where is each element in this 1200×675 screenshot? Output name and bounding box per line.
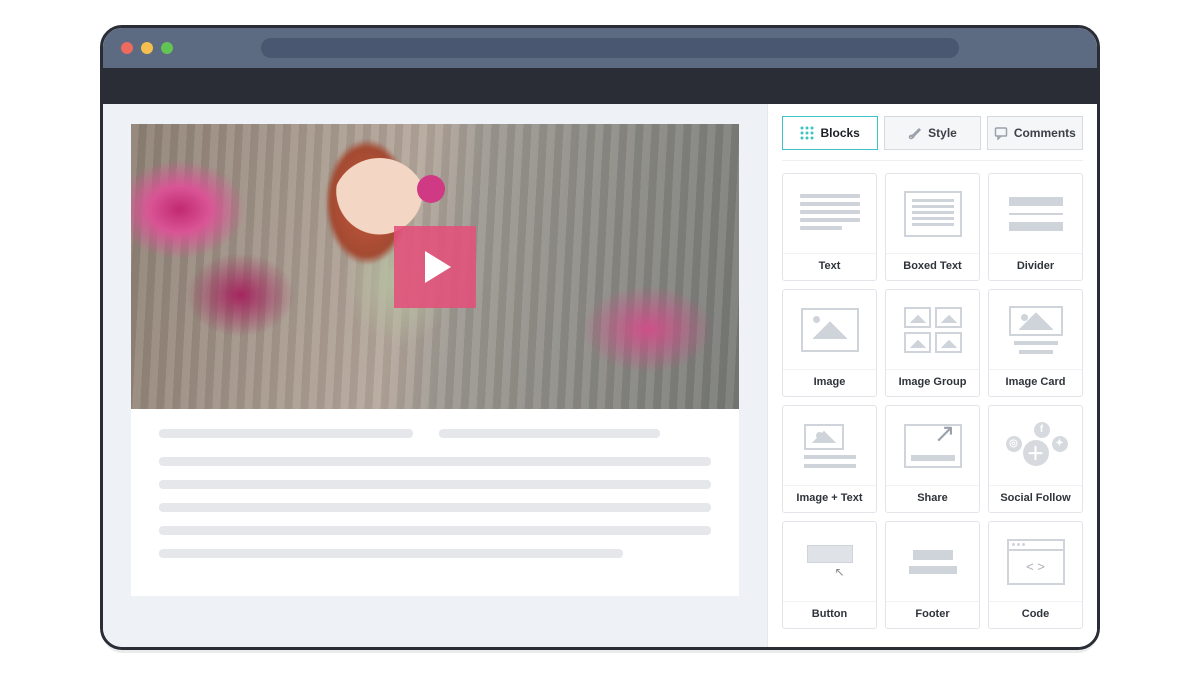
block-image-text[interactable]: Image + Text [782, 405, 877, 513]
block-share[interactable]: ↗ Share [885, 405, 980, 513]
block-label: Button [783, 601, 876, 628]
block-label: Divider [989, 253, 1082, 280]
social-follow-icon: f ◎ ✦ ＋ [989, 406, 1082, 485]
tab-blocks[interactable]: Blocks [782, 116, 878, 150]
placeholder-line [159, 526, 711, 535]
block-label: Text [783, 253, 876, 280]
toolbar [103, 68, 1097, 104]
footer-block-icon [886, 522, 979, 601]
comment-icon [994, 126, 1008, 140]
block-footer[interactable]: Footer [885, 521, 980, 629]
email-canvas [131, 124, 739, 596]
block-label: Boxed Text [886, 253, 979, 280]
placeholder-line [159, 549, 623, 558]
block-text[interactable]: Text [782, 173, 877, 281]
placeholder-line [159, 457, 711, 466]
placeholder-line [159, 503, 711, 512]
block-label: Image Card [989, 369, 1082, 396]
window-minimize-button[interactable] [141, 42, 153, 54]
divider-icon [989, 174, 1082, 253]
window-zoom-button[interactable] [161, 42, 173, 54]
block-label: Share [886, 485, 979, 512]
canvas-column [103, 104, 767, 647]
block-social-follow[interactable]: f ◎ ✦ ＋ Social Follow [988, 405, 1083, 513]
video-block[interactable] [131, 124, 739, 409]
block-code[interactable]: < > Code [988, 521, 1083, 629]
image-group-icon [886, 290, 979, 369]
image-text-icon [783, 406, 876, 485]
placeholder-line [159, 429, 413, 438]
photo-flower [417, 175, 445, 203]
placeholder-line [159, 480, 711, 489]
boxed-text-icon [886, 174, 979, 253]
placeholder-line [439, 429, 660, 438]
block-label: Image [783, 369, 876, 396]
paintbrush-icon [908, 126, 922, 140]
image-icon [783, 290, 876, 369]
block-image-card[interactable]: Image Card [988, 289, 1083, 397]
side-panel: Blocks Style Comments [767, 104, 1097, 647]
block-label: Code [989, 601, 1082, 628]
block-image-group[interactable]: Image Group [885, 289, 980, 397]
text-block-icon [783, 174, 876, 253]
tab-label: Style [928, 126, 957, 140]
window-close-button[interactable] [121, 42, 133, 54]
grid-icon [800, 126, 814, 140]
block-image[interactable]: Image [782, 289, 877, 397]
button-block-icon: ↖ [783, 522, 876, 601]
divider [782, 160, 1083, 161]
block-divider[interactable]: Divider [988, 173, 1083, 281]
block-label: Social Follow [989, 485, 1082, 512]
tab-style[interactable]: Style [884, 116, 980, 150]
titlebar [103, 28, 1097, 68]
tab-label: Blocks [820, 126, 859, 140]
panel-tabbar: Blocks Style Comments [782, 116, 1083, 150]
image-card-icon [989, 290, 1082, 369]
tab-comments[interactable]: Comments [987, 116, 1083, 150]
code-block-icon: < > [989, 522, 1082, 601]
block-boxed-text[interactable]: Boxed Text [885, 173, 980, 281]
block-label: Image Group [886, 369, 979, 396]
text-block-placeholder[interactable] [131, 409, 739, 596]
address-bar[interactable] [261, 38, 959, 58]
editor-window: Blocks Style Comments [100, 25, 1100, 650]
play-button[interactable] [394, 226, 476, 308]
block-label: Image + Text [783, 485, 876, 512]
tab-label: Comments [1014, 126, 1076, 140]
blocks-grid: Text Boxed Text Divider [782, 173, 1083, 629]
block-button[interactable]: ↖ Button [782, 521, 877, 629]
share-icon: ↗ [886, 406, 979, 485]
block-label: Footer [886, 601, 979, 628]
workspace: Blocks Style Comments [103, 104, 1097, 647]
